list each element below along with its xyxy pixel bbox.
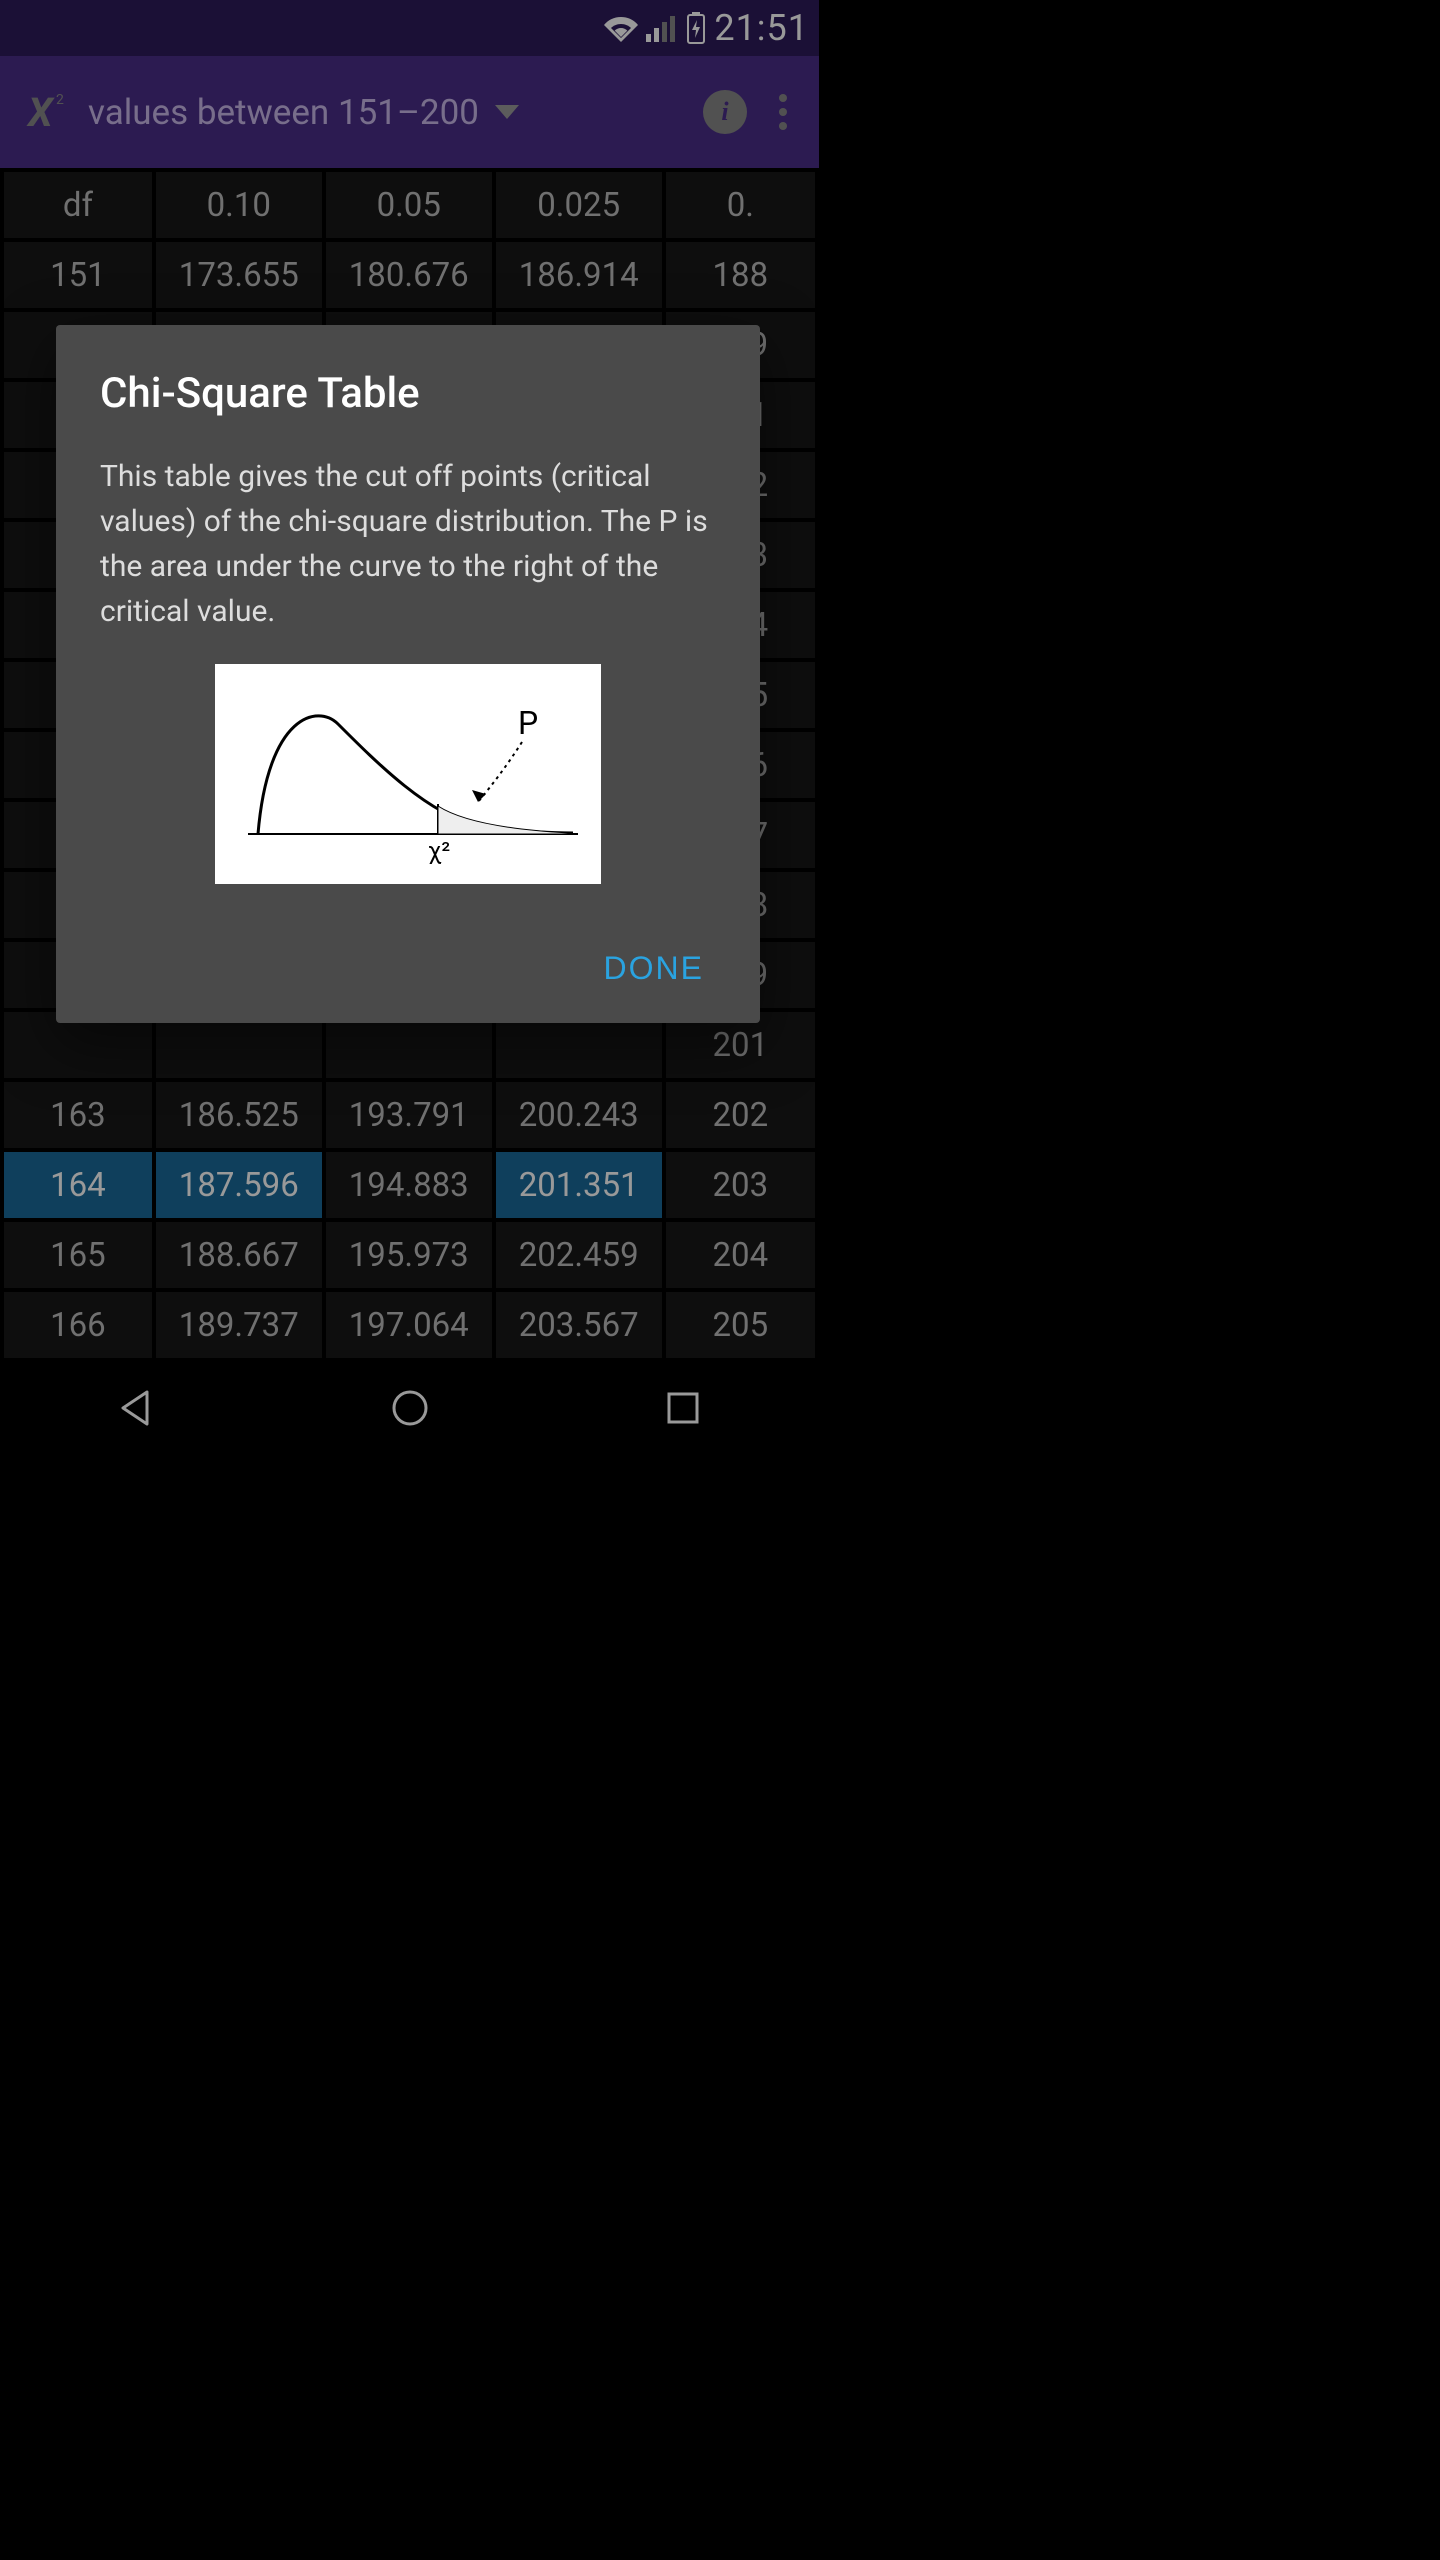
- info-dialog: Chi-Square Table This table gives the cu…: [56, 325, 760, 1023]
- dialog-title: Chi-Square Table: [100, 369, 716, 418]
- dialog-body: This table gives the cut off points (cri…: [100, 454, 716, 634]
- done-button[interactable]: DONE: [592, 934, 716, 1003]
- dialog-figure: P χ²: [100, 664, 716, 884]
- svg-text:P: P: [518, 704, 538, 742]
- svg-text:χ²: χ²: [428, 837, 450, 865]
